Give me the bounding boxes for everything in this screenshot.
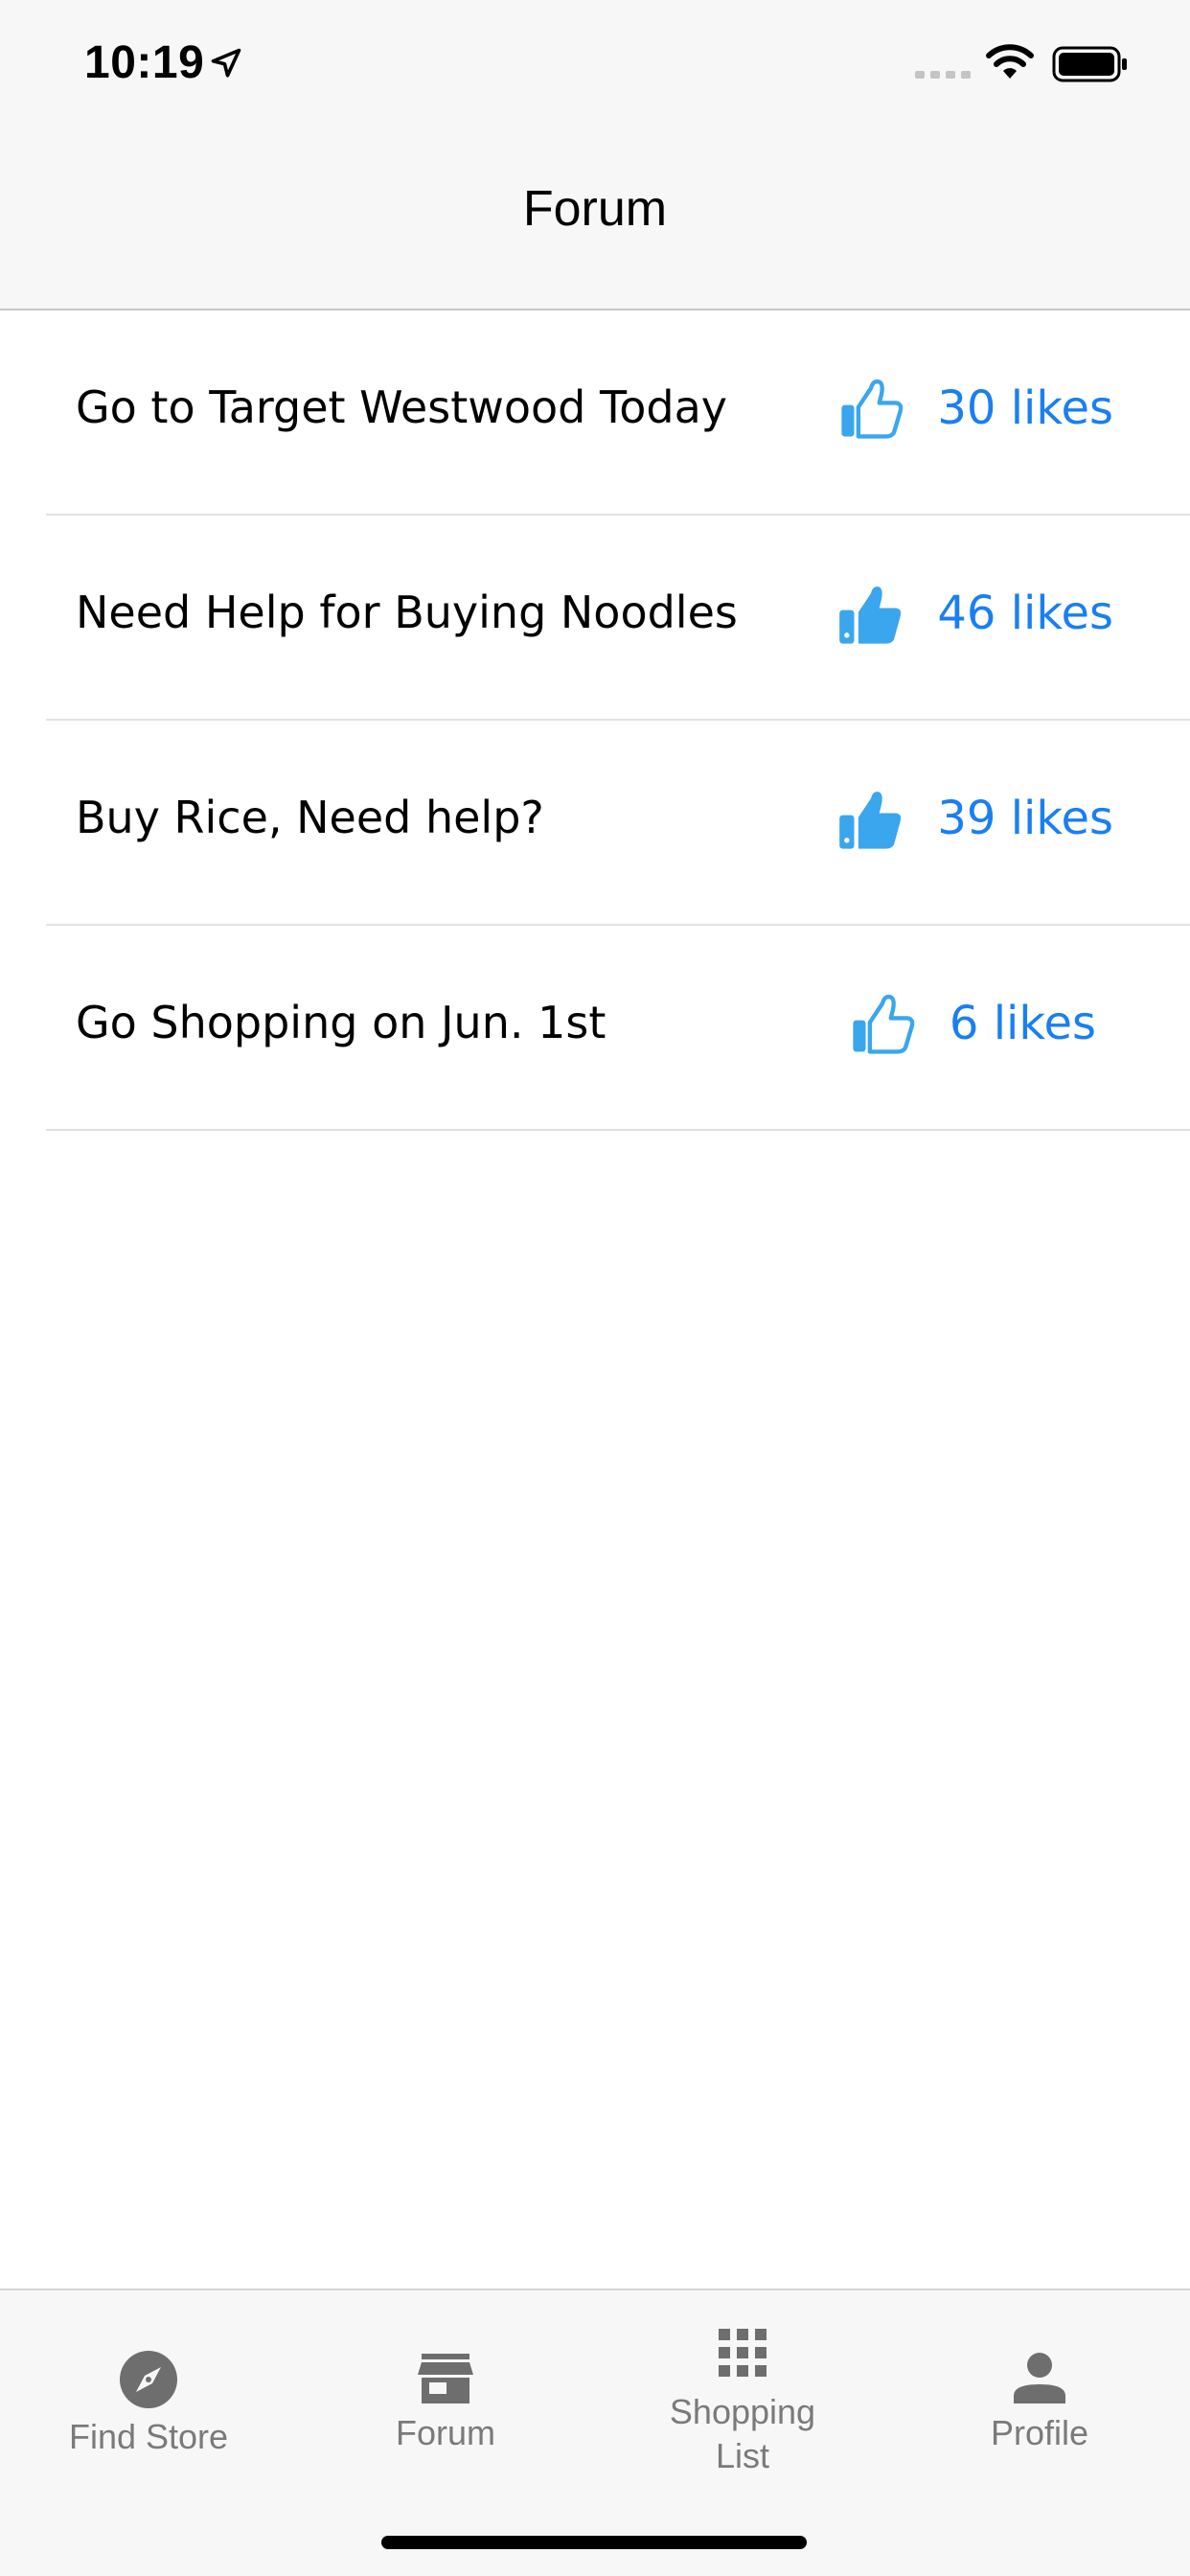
tab-bar: Find Store Forum Shopping List Profile	[0, 2288, 1190, 2576]
tab-profile[interactable]: Profile	[891, 2290, 1188, 2576]
forum-post-row[interactable]: Go to Target Westwood Today 30 likes	[46, 310, 1190, 516]
tab-find-store[interactable]: Find Store	[0, 2290, 297, 2576]
post-title: Go to Target Westwood Today	[76, 381, 728, 433]
cellular-signal-icon	[915, 71, 971, 79]
battery-icon	[1052, 46, 1127, 82]
forum-post-row[interactable]: Go Shopping on Jun. 1st 6 likes	[46, 926, 1190, 1131]
tab-label: Find Store	[68, 2417, 229, 2456]
like-count[interactable]: 46 likes	[937, 586, 1113, 640]
like-count[interactable]: 30 likes	[937, 381, 1113, 435]
tab-label: Profile	[990, 2413, 1089, 2452]
status-time: 10:19	[84, 37, 205, 88]
navigation-bar: Forum	[0, 134, 1190, 310]
location-arrow-icon	[211, 48, 241, 78]
forum-post-row[interactable]: Buy Rice, Need help? 39 likes	[46, 721, 1190, 926]
thumbs-up-filled-icon[interactable]	[837, 786, 904, 853]
forum-post-list: Go to Target Westwood Today 30 likes Nee…	[0, 310, 1190, 1131]
status-bar: 10:19	[0, 0, 1190, 134]
tab-forum[interactable]: Forum	[297, 2290, 594, 2576]
post-title: Buy Rice, Need help?	[76, 792, 544, 843]
like-count[interactable]: 6 likes	[950, 997, 1096, 1050]
store-icon	[418, 2354, 473, 2404]
grid-icon	[719, 2329, 767, 2377]
post-title: Need Help for Buying Noodles	[76, 586, 738, 638]
home-indicator[interactable]	[381, 2536, 807, 2549]
forum-post-row[interactable]: Need Help for Buying Noodles 46 likes	[46, 516, 1190, 721]
person-icon	[1014, 2353, 1065, 2404]
wifi-icon	[986, 44, 1034, 79]
tab-label: Shopping List	[669, 2392, 816, 2475]
thumbs-up-outline-icon[interactable]	[837, 376, 904, 443]
tab-label: Forum	[395, 2413, 495, 2452]
thumbs-up-filled-icon[interactable]	[837, 581, 904, 648]
thumbs-up-outline-icon[interactable]	[849, 991, 916, 1058]
post-title: Go Shopping on Jun. 1st	[76, 997, 606, 1048]
like-count[interactable]: 39 likes	[937, 792, 1113, 845]
compass-icon	[120, 2351, 177, 2408]
tab-shopping-list[interactable]: Shopping List	[594, 2290, 891, 2576]
page-title: Forum	[522, 181, 668, 237]
